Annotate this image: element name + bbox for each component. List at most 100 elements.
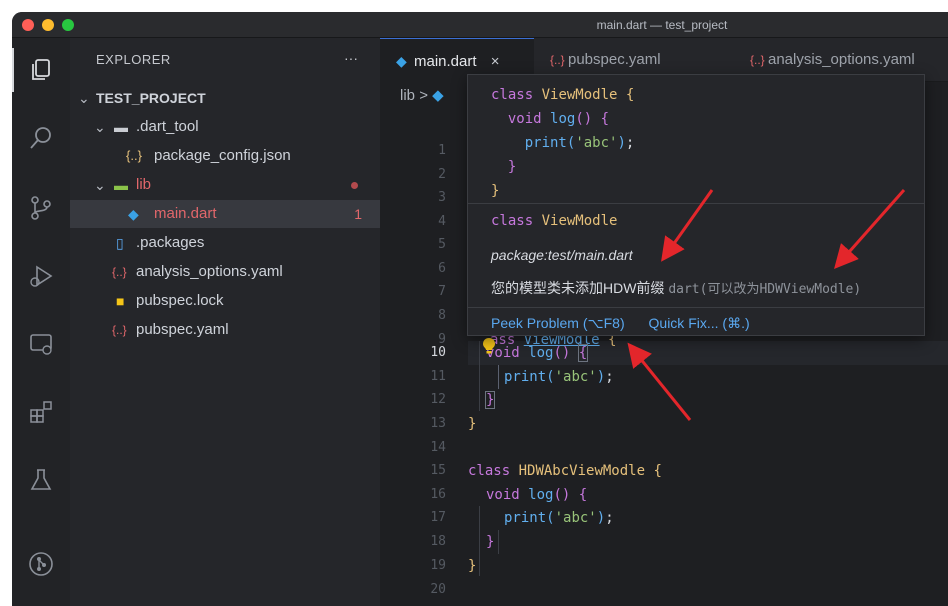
- line-number: 6: [438, 261, 446, 276]
- line-number: 18: [430, 534, 446, 549]
- tree-item-label: pubspec.lock: [136, 292, 224, 309]
- yaml-icon: {..}: [112, 323, 127, 337]
- modified-dot: [351, 182, 358, 189]
- line-number: 2: [438, 167, 446, 182]
- dart-icon: ◆: [128, 206, 139, 222]
- chevron-down-icon: ⌄: [94, 119, 106, 135]
- more-actions-icon[interactable]: ···: [344, 50, 358, 66]
- divider: [468, 203, 924, 204]
- line-number: 13: [430, 416, 446, 431]
- line-number: 4: [438, 214, 446, 229]
- tree-item-packages[interactable]: ▯ .packages: [70, 229, 380, 257]
- tab-label: main.dart: [414, 53, 477, 70]
- vscode-window: main.dart — test_project EXPLORER ··· ⌄ …: [12, 12, 948, 606]
- breadcrumb-folder[interactable]: lib: [400, 87, 415, 104]
- run-debug-icon[interactable]: [12, 252, 70, 300]
- indent-guide: [479, 506, 480, 576]
- line-number: 17: [430, 510, 446, 525]
- line-number: 5: [438, 237, 446, 252]
- tree-item-label: main.dart: [154, 205, 217, 222]
- code-line: void log() {: [486, 487, 588, 503]
- code-line: print('abc');: [504, 369, 614, 385]
- chevron-down-icon: ⌄: [78, 90, 90, 106]
- code-line: class HDWAbcViewModle {: [468, 463, 662, 479]
- close-window-button[interactable]: [22, 19, 34, 31]
- tree-item-analysis-options[interactable]: {..} analysis_options.yaml: [70, 258, 380, 286]
- tree-item-pubspec-yaml[interactable]: {..} pubspec.yaml: [70, 316, 380, 344]
- line-number: 7: [438, 284, 446, 299]
- tree-item-package-config[interactable]: {..} package_config.json: [70, 142, 380, 170]
- git-graph-icon[interactable]: [12, 540, 70, 588]
- source-control-icon[interactable]: [12, 184, 70, 232]
- line-number: 14: [430, 440, 446, 455]
- folder-icon: ▬: [114, 119, 128, 135]
- tree-item-main-dart[interactable]: ◆ main.dart 1: [70, 200, 380, 228]
- line-number: 8: [438, 308, 446, 323]
- minimize-window-button[interactable]: [42, 19, 54, 31]
- line-number: 20: [430, 582, 446, 597]
- tree-item-pubspec-lock[interactable]: ■ pubspec.lock: [70, 287, 380, 315]
- hover-code-preview: class ViewModle { void log() { print('ab…: [491, 87, 635, 199]
- testing-flask-icon[interactable]: [12, 456, 70, 504]
- explorer-sidebar: EXPLORER ··· ⌄ TEST_PROJECT ⌄ ▬ .dart_to…: [70, 38, 380, 606]
- code-line: }: [468, 416, 477, 432]
- hover-actions: Peek Problem (⌥F8) Quick Fix... (⌘.): [491, 315, 770, 332]
- line-number: 15: [430, 463, 446, 478]
- line-number: 16: [430, 487, 446, 502]
- tree-item-label: lib: [136, 176, 152, 193]
- window-title: main.dart — test_project: [596, 18, 728, 32]
- tree-item-label: .dart_tool: [136, 118, 199, 135]
- line-number-current: 10: [430, 345, 446, 360]
- tree-item-label: package_config.json: [154, 147, 291, 164]
- activity-bar: [12, 38, 70, 606]
- hover-package: package:test/main.dart: [491, 247, 633, 263]
- line-number: 19: [430, 558, 446, 573]
- hover-signature: class ViewModle: [491, 213, 618, 229]
- lock-icon: ■: [116, 293, 125, 309]
- problem-count-badge: 1: [354, 206, 362, 222]
- problem-source: dart(可以改为HDWViewModle): [668, 282, 862, 297]
- code-line: }: [486, 534, 495, 550]
- tree-item-label: analysis_options.yaml: [136, 263, 283, 280]
- tab-label: analysis_options.yaml: [768, 51, 915, 68]
- dart-icon: ◆: [432, 87, 444, 104]
- dart-icon: ◆: [396, 53, 407, 69]
- tree-item-label: .packages: [136, 234, 205, 251]
- code-line: print('abc');: [504, 510, 614, 526]
- tree-item-label: pubspec.yaml: [136, 321, 229, 338]
- tree-item-dart-tool[interactable]: ⌄ ▬ .dart_tool: [70, 113, 380, 141]
- remote-explorer-icon[interactable]: [12, 320, 70, 368]
- line-number: 11: [430, 369, 446, 384]
- folder-lib-icon: ▬: [114, 177, 128, 193]
- breadcrumb: lib > ◆: [400, 86, 444, 104]
- code-line: }: [484, 391, 496, 409]
- hover-popup: class ViewModle { void log() { print('ab…: [467, 74, 925, 336]
- tab-label: pubspec.yaml: [568, 51, 661, 68]
- extensions-icon[interactable]: [12, 388, 70, 436]
- project-label: TEST_PROJECT: [96, 90, 206, 106]
- quick-fix-link[interactable]: Quick Fix... (⌘.): [649, 315, 750, 331]
- zoom-window-button[interactable]: [62, 19, 74, 31]
- title-bar: main.dart — test_project: [12, 12, 948, 38]
- tree-item-lib[interactable]: ⌄ ▬ lib: [70, 171, 380, 199]
- close-tab-icon[interactable]: ×: [491, 53, 500, 70]
- yaml-icon: {..}: [112, 265, 127, 279]
- indent-guide: [479, 341, 480, 411]
- project-root[interactable]: ⌄ TEST_PROJECT: [70, 84, 380, 112]
- lightbulb-icon[interactable]: [482, 337, 496, 355]
- divider: [468, 307, 924, 308]
- file-icon: ▯: [116, 235, 124, 251]
- explorer-icon[interactable]: [12, 46, 70, 94]
- explorer-header: EXPLORER: [96, 52, 171, 67]
- problem-message: 您的模型类未添加HDW前缀 dart(可以改为HDWViewModle): [491, 280, 862, 297]
- indent-guide: [498, 365, 499, 389]
- json-icon: {..}: [126, 148, 142, 163]
- search-icon[interactable]: [12, 114, 70, 162]
- line-number: 3: [438, 190, 446, 205]
- peek-problem-link[interactable]: Peek Problem (⌥F8): [491, 315, 625, 331]
- indent-guide: [498, 530, 499, 554]
- line-number: 1: [438, 143, 446, 158]
- line-number: 12: [430, 392, 446, 407]
- code-line: void log() {: [486, 344, 589, 362]
- code-line: }: [468, 558, 477, 574]
